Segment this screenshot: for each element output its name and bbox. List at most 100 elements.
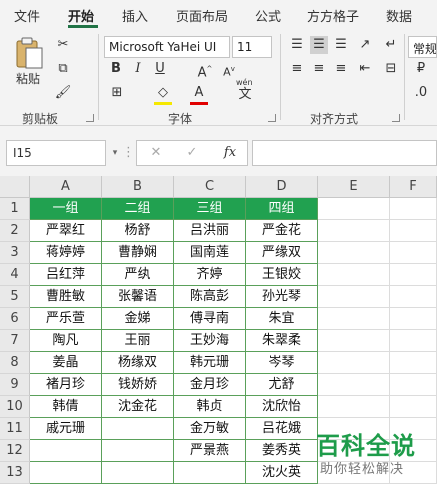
- font-launcher-icon[interactable]: [268, 114, 276, 122]
- number-format-select[interactable]: 常规: [408, 36, 437, 58]
- table-cell[interactable]: 严纨: [102, 264, 174, 286]
- table-cell[interactable]: 严缘双: [246, 242, 318, 264]
- table-cell[interactable]: 金娣: [102, 308, 174, 330]
- empty-cell[interactable]: [390, 308, 437, 330]
- row-header[interactable]: 6: [0, 308, 30, 330]
- table-cell[interactable]: 王银姣: [246, 264, 318, 286]
- align-middle-icon[interactable]: ☰: [310, 36, 328, 54]
- font-size-select[interactable]: 11: [232, 36, 272, 58]
- align-top-icon[interactable]: ☰: [288, 36, 306, 54]
- paste-icon[interactable]: [14, 36, 44, 70]
- table-cell[interactable]: 陈高彭: [174, 286, 246, 308]
- tab-page-layout[interactable]: 页面布局: [176, 6, 228, 25]
- table-cell[interactable]: 韩元珊: [174, 352, 246, 374]
- table-cell[interactable]: 傅寻南: [174, 308, 246, 330]
- empty-cell[interactable]: [390, 396, 437, 418]
- currency-icon[interactable]: ₽: [412, 60, 430, 78]
- insert-function-icon[interactable]: fx: [219, 144, 241, 162]
- tab-file[interactable]: 文件: [14, 6, 40, 25]
- table-cell[interactable]: 陶凡: [30, 330, 102, 352]
- enter-icon[interactable]: ✓: [183, 144, 201, 162]
- column-header-a[interactable]: A: [30, 176, 102, 198]
- row-header[interactable]: 4: [0, 264, 30, 286]
- empty-cell[interactable]: [390, 352, 437, 374]
- table-cell[interactable]: 沈火英: [246, 462, 318, 484]
- row-header[interactable]: 5: [0, 286, 30, 308]
- table-cell[interactable]: [102, 418, 174, 440]
- table-cell[interactable]: 严乐萱: [30, 308, 102, 330]
- empty-cell[interactable]: [318, 396, 390, 418]
- empty-cell[interactable]: [390, 286, 437, 308]
- table-cell[interactable]: 吕花娥: [246, 418, 318, 440]
- formula-input[interactable]: [252, 140, 437, 166]
- table-cell[interactable]: 曹静娴: [102, 242, 174, 264]
- table-cell[interactable]: 曹胜敏: [30, 286, 102, 308]
- table-cell[interactable]: [102, 462, 174, 484]
- table-cell[interactable]: 杨缘双: [102, 352, 174, 374]
- decimal-icon[interactable]: .0: [412, 84, 430, 102]
- table-cell[interactable]: 褚月珍: [30, 374, 102, 396]
- empty-cell[interactable]: [318, 286, 390, 308]
- table-cell[interactable]: 沈金花: [102, 396, 174, 418]
- table-cell[interactable]: [30, 462, 102, 484]
- table-cell[interactable]: 岑琴: [246, 352, 318, 374]
- table-header-cell[interactable]: 二组: [102, 198, 174, 220]
- empty-cell[interactable]: [318, 264, 390, 286]
- row-header[interactable]: 7: [0, 330, 30, 352]
- format-painter-icon[interactable]: 🖌: [54, 84, 72, 102]
- cancel-icon[interactable]: ✕: [147, 144, 165, 162]
- italic-icon[interactable]: I: [130, 60, 146, 78]
- empty-cell[interactable]: [390, 198, 437, 220]
- tab-data[interactable]: 数据: [386, 6, 412, 25]
- font-name-select[interactable]: Microsoft YaHei UI: [104, 36, 230, 58]
- empty-cell[interactable]: [318, 308, 390, 330]
- empty-cell[interactable]: [390, 264, 437, 286]
- table-cell[interactable]: 王丽: [102, 330, 174, 352]
- orientation-icon[interactable]: ↗: [356, 36, 374, 54]
- table-cell[interactable]: 尤舒: [246, 374, 318, 396]
- empty-cell[interactable]: [318, 352, 390, 374]
- table-cell[interactable]: 韩贞: [174, 396, 246, 418]
- table-cell[interactable]: 严翠红: [30, 220, 102, 242]
- border-icon[interactable]: ⊞: [108, 84, 126, 102]
- table-cell[interactable]: 金万敏: [174, 418, 246, 440]
- table-cell[interactable]: 吕红萍: [30, 264, 102, 286]
- tab-home[interactable]: 开始: [68, 6, 94, 25]
- table-header-cell[interactable]: 三组: [174, 198, 246, 220]
- row-header[interactable]: 3: [0, 242, 30, 264]
- clipboard-launcher-icon[interactable]: [86, 114, 94, 122]
- empty-cell[interactable]: [390, 330, 437, 352]
- column-header-f[interactable]: F: [390, 176, 437, 198]
- table-cell[interactable]: 孙光琴: [246, 286, 318, 308]
- alignment-launcher-icon[interactable]: [392, 114, 400, 122]
- row-header[interactable]: 8: [0, 352, 30, 374]
- empty-cell[interactable]: [390, 374, 437, 396]
- table-cell[interactable]: 吕洪丽: [174, 220, 246, 242]
- table-cell[interactable]: 戚元珊: [30, 418, 102, 440]
- phonetic-icon[interactable]: 文: [236, 86, 254, 104]
- column-header-d[interactable]: D: [246, 176, 318, 198]
- table-cell[interactable]: 金月珍: [174, 374, 246, 396]
- empty-cell[interactable]: [390, 220, 437, 242]
- increase-font-icon[interactable]: A^: [196, 60, 214, 82]
- table-header-cell[interactable]: 一组: [30, 198, 102, 220]
- tab-insert[interactable]: 插入: [122, 6, 148, 25]
- paste-button-label[interactable]: 粘贴: [16, 70, 40, 87]
- empty-cell[interactable]: [318, 198, 390, 220]
- tab-formulas[interactable]: 公式: [255, 6, 281, 25]
- column-header-b[interactable]: B: [102, 176, 174, 198]
- tab-fangfang[interactable]: 方方格子: [307, 6, 359, 25]
- table-cell[interactable]: 严金花: [246, 220, 318, 242]
- table-cell[interactable]: 朱宜: [246, 308, 318, 330]
- row-header[interactable]: 1: [0, 198, 30, 220]
- table-cell[interactable]: 姜秀英: [246, 440, 318, 462]
- table-header-cell[interactable]: 四组: [246, 198, 318, 220]
- table-cell[interactable]: [30, 440, 102, 462]
- column-header-c[interactable]: C: [174, 176, 246, 198]
- empty-cell[interactable]: [318, 374, 390, 396]
- copy-icon[interactable]: ⧉: [54, 60, 72, 78]
- wrap-text-icon[interactable]: ↵: [382, 36, 400, 54]
- row-header[interactable]: 2: [0, 220, 30, 242]
- align-center-icon[interactable]: ≡: [310, 60, 328, 78]
- table-cell[interactable]: [102, 440, 174, 462]
